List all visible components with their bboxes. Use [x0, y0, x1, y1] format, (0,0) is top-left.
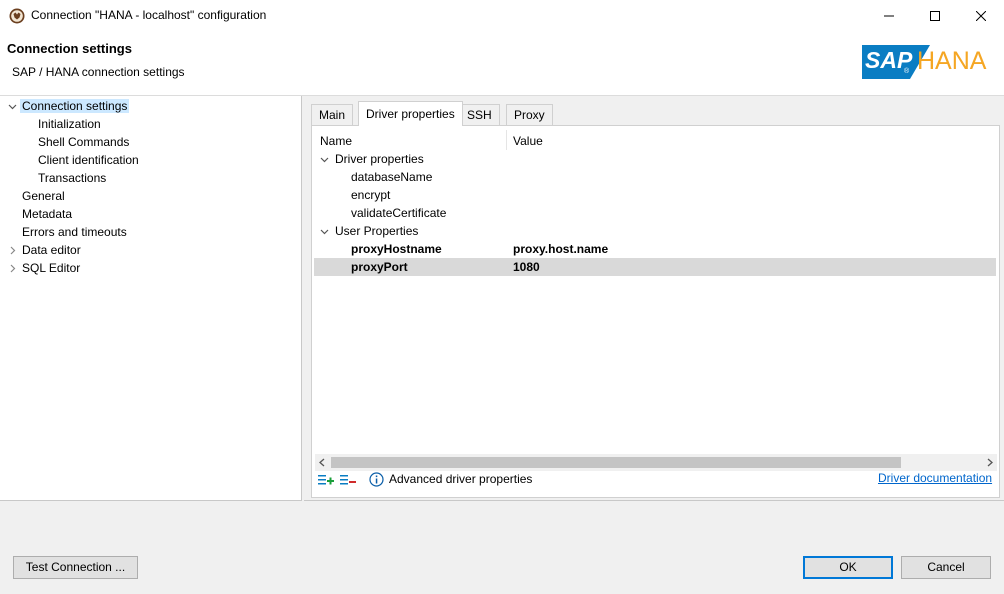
page-subtitle: SAP / HANA connection settings: [12, 65, 185, 79]
property-group-row[interactable]: Driver properties: [314, 150, 996, 168]
scroll-right-arrow-icon[interactable]: [986, 458, 994, 467]
collapse-chevron-icon[interactable]: [7, 241, 17, 259]
property-name: databaseName: [351, 170, 433, 184]
property-value[interactable]: 1080: [513, 258, 540, 276]
cancel-button[interactable]: Cancel: [901, 556, 991, 579]
close-icon: [976, 10, 986, 21]
tree-item-general[interactable]: General: [22, 187, 65, 205]
tree-item-initialization[interactable]: Initialization: [38, 115, 101, 133]
property-value[interactable]: proxy.host.name: [513, 240, 608, 258]
tree-item-connection-settings[interactable]: Connection settings: [20, 97, 130, 115]
test-connection-label: Test Connection ...: [25, 560, 126, 574]
minimize-icon: [884, 15, 894, 16]
dialog-header: Connection settings SAP / HANA connectio…: [0, 31, 1004, 96]
settings-tree[interactable]: Connection settings Initialization Shell…: [0, 96, 302, 501]
ok-label: OK: [839, 560, 857, 574]
close-button[interactable]: [958, 0, 1004, 31]
property-row[interactable]: proxyHostname proxy.host.name: [314, 240, 996, 258]
expand-chevron-icon[interactable]: [320, 227, 329, 236]
expand-chevron-icon[interactable]: [320, 155, 329, 164]
tree-item-errors-and-timeouts[interactable]: Errors and timeouts: [22, 223, 127, 241]
property-row-selected[interactable]: proxyPort 1080: [314, 258, 996, 276]
property-row[interactable]: validateCertificate: [314, 204, 996, 222]
settings-content: Main Driver properties SSH Proxy Name Va…: [304, 96, 1004, 501]
tree-item-shell-commands[interactable]: Shell Commands: [38, 133, 129, 151]
remove-property-icon[interactable]: [340, 473, 356, 487]
logo-registered-mark: ®: [904, 68, 910, 75]
column-header-value[interactable]: Value: [513, 132, 543, 150]
tab-ssh[interactable]: SSH: [459, 104, 500, 125]
property-row[interactable]: databaseName: [314, 168, 996, 186]
tab-driver-properties[interactable]: Driver properties: [358, 101, 463, 126]
tree-item-label: Connection settings: [20, 99, 130, 113]
test-connection-button[interactable]: Test Connection ...: [13, 556, 138, 579]
logo-hana-text: HANA: [917, 47, 987, 75]
add-property-icon[interactable]: [318, 473, 334, 487]
driver-properties-panel: Name Value Driver properties databaseNam…: [311, 125, 1000, 498]
property-name: validateCertificate: [351, 206, 447, 220]
ok-button[interactable]: OK: [803, 556, 893, 579]
scrollbar-thumb[interactable]: [331, 457, 901, 468]
dbeaver-app-icon: [9, 8, 25, 24]
sap-hana-logo: SAP HANA ®: [862, 45, 987, 84]
property-group-label: Driver properties: [335, 152, 424, 166]
window-titlebar: Connection "HANA - localhost" configurat…: [0, 0, 1004, 31]
cancel-label: Cancel: [927, 560, 965, 574]
expand-chevron-icon[interactable]: [7, 97, 17, 115]
tree-item-data-editor[interactable]: Data editor: [22, 241, 81, 259]
tab-proxy[interactable]: Proxy: [506, 104, 553, 125]
driver-documentation-link[interactable]: Driver documentation: [878, 471, 992, 485]
maximize-button[interactable]: [912, 0, 958, 31]
tree-item-sql-editor[interactable]: SQL Editor: [22, 259, 80, 277]
window-title: Connection "HANA - localhost" configurat…: [31, 8, 267, 22]
horizontal-scrollbar[interactable]: [315, 454, 997, 471]
property-row[interactable]: encrypt: [314, 186, 996, 204]
collapse-chevron-icon[interactable]: [7, 259, 17, 277]
property-group-row[interactable]: User Properties: [314, 222, 996, 240]
property-name: encrypt: [351, 188, 391, 202]
advanced-driver-properties-label: Advanced driver properties: [389, 472, 533, 486]
column-divider: [506, 130, 507, 150]
property-name: proxyPort: [351, 260, 408, 274]
column-header-name[interactable]: Name: [320, 132, 352, 150]
scroll-left-arrow-icon[interactable]: [318, 458, 326, 467]
page-title: Connection settings: [7, 41, 132, 56]
maximize-icon: [930, 10, 940, 21]
tab-main[interactable]: Main: [311, 104, 354, 125]
property-name: proxyHostname: [351, 242, 442, 256]
property-group-label: User Properties: [335, 224, 419, 238]
tree-item-metadata[interactable]: Metadata: [22, 205, 72, 223]
info-icon: [369, 472, 384, 487]
tree-item-transactions[interactable]: Transactions: [38, 169, 106, 187]
minimize-button[interactable]: [866, 0, 912, 31]
tree-item-client-identification[interactable]: Client identification: [38, 151, 139, 169]
